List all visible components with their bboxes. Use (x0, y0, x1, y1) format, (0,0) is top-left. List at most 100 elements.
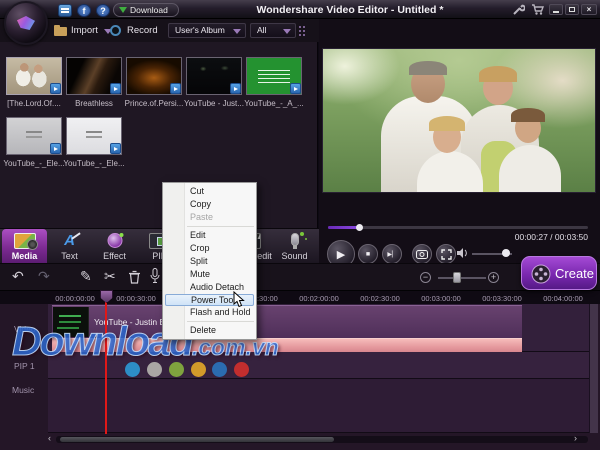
menu-separator (187, 321, 254, 322)
mouse-cursor (233, 291, 245, 308)
ruler-tick: 00:00:00:00 (55, 294, 95, 303)
menu-separator (187, 226, 254, 227)
menu-item-crop[interactable]: Crop (163, 242, 256, 255)
ruler-tick: 00:02:00:00 (299, 294, 339, 303)
video-badge-icon (290, 83, 301, 94)
person-figure (429, 116, 465, 131)
library-thumbnail[interactable] (6, 57, 62, 95)
import-button[interactable]: Import (71, 25, 98, 36)
ruler-tick: 00:03:30:00 (482, 294, 522, 303)
clip-name: Breathless (63, 99, 125, 108)
media-icon (14, 233, 36, 249)
import-folder-icon (54, 27, 67, 36)
download-button[interactable]: Download (113, 3, 179, 17)
preview-video[interactable] (322, 48, 596, 193)
help-icon[interactable]: ? (96, 4, 110, 17)
library-thumbnail[interactable] (126, 57, 182, 95)
preview-panel: 00:00:27 / 00:03:50 ▶ ■ ▶▏ (319, 19, 600, 263)
stop-button[interactable]: ■ (358, 244, 378, 264)
microphone-icon (291, 233, 299, 246)
ruler-tick: 00:00:30:00 (116, 294, 156, 303)
scroll-right-arrow[interactable]: › (574, 433, 577, 443)
clip-name: YouTube_-_A_... (243, 99, 305, 108)
scroll-left-arrow[interactable]: ‹ (48, 433, 51, 443)
chevron-down-icon (283, 29, 291, 38)
ruler-tick: 00:03:00:00 (421, 294, 461, 303)
delete-trash-button[interactable] (128, 270, 141, 284)
redo-button[interactable]: ↷ (38, 268, 50, 285)
undo-button[interactable]: ↶ (12, 268, 24, 285)
record-icon (110, 25, 121, 36)
tab-bar: Media AText Effect PIP Transition Intro/… (0, 228, 319, 263)
horizontal-scrollbar-thumb[interactable] (60, 437, 334, 442)
gem-icon (17, 16, 35, 30)
voiceover-mic-button[interactable] (150, 268, 160, 284)
video-badge-icon (110, 83, 121, 94)
menu-item-delete[interactable]: Delete (163, 324, 256, 337)
tab-effect[interactable]: Effect (92, 229, 137, 264)
tab-text[interactable]: AText (47, 229, 92, 264)
ruler-tick: 00:04:00:00 (543, 294, 583, 303)
menu-item-cut[interactable]: Cut (163, 185, 256, 198)
timeline-ruler[interactable]: 00:00:00:00 00:00:30:00 00:01:00:00 00:0… (0, 290, 600, 304)
video-badge-icon (50, 83, 61, 94)
video-badge-icon (230, 83, 241, 94)
edit-clip-button[interactable]: ✎ (80, 268, 92, 285)
split-button[interactable]: ✂ (104, 268, 116, 285)
fullscreen-button[interactable] (436, 244, 456, 264)
menu-item-edit[interactable]: Edit (163, 229, 256, 242)
snapshot-button[interactable] (412, 244, 432, 264)
volume-icon[interactable] (457, 248, 469, 258)
context-menu: Cut Copy Paste Edit Crop Split Mute Audi… (162, 182, 257, 340)
close-button[interactable]: × (581, 4, 597, 15)
menu-item-mute[interactable]: Mute (163, 268, 256, 281)
person-figure (479, 66, 517, 82)
library-thumbnail[interactable] (66, 57, 122, 95)
video-badge-icon (170, 83, 181, 94)
menu-item-split[interactable]: Split (163, 255, 256, 268)
save-project-icon[interactable] (58, 4, 72, 17)
seek-bar[interactable] (328, 226, 588, 229)
track-label-music: Music (12, 385, 34, 395)
ruler-tick: 00:02:30:00 (360, 294, 400, 303)
video-badge-icon (110, 143, 121, 154)
facebook-icon[interactable]: f (77, 4, 91, 17)
maximize-button[interactable] (565, 4, 579, 15)
tab-sound[interactable]: Sound (272, 229, 317, 264)
record-button[interactable]: Record (127, 25, 158, 36)
album-select[interactable]: User's Album (168, 23, 246, 38)
minimize-button[interactable] (549, 4, 563, 15)
view-sort-icon[interactable] (299, 26, 309, 36)
library-thumbnail[interactable] (186, 57, 242, 95)
menu-item-paste: Paste (163, 211, 256, 224)
settings-wrench-icon[interactable] (512, 3, 525, 16)
tab-media[interactable]: Media (2, 229, 47, 264)
person-figure (499, 145, 561, 193)
clip-name: [The.Lord.Of.... (3, 99, 65, 108)
library-thumbnail[interactable] (6, 117, 62, 155)
effect-icon (107, 233, 122, 248)
vertical-scrollbar[interactable] (589, 304, 598, 433)
clip-name: YouTube_-_Ele... (3, 159, 65, 168)
zoom-out-button[interactable]: − (420, 272, 431, 283)
video-badge-icon (50, 143, 61, 154)
music-track[interactable] (48, 379, 589, 433)
volume-handle[interactable] (502, 249, 510, 257)
clip-name: YouTube_-_Ele... (63, 159, 125, 168)
seek-handle[interactable] (356, 224, 363, 231)
create-button[interactable]: Create (521, 256, 597, 290)
menu-item-copy[interactable]: Copy (163, 198, 256, 211)
next-frame-button[interactable]: ▶▏ (382, 244, 402, 264)
clip-name: Prince.of.Persi... (123, 99, 185, 108)
shop-cart-icon[interactable] (531, 3, 545, 16)
filter-select[interactable]: All (250, 23, 296, 38)
zoom-in-button[interactable]: + (488, 272, 499, 283)
library-thumbnail[interactable] (66, 117, 122, 155)
library-thumbnail[interactable] (246, 57, 302, 95)
timecode: 00:00:27 / 00:03:50 (515, 232, 588, 242)
timeline-zoom-handle[interactable] (453, 272, 461, 283)
download-arrow-icon (119, 7, 127, 17)
app-logo-icon (4, 1, 48, 45)
timeline-zoom-slider[interactable] (438, 277, 486, 279)
film-reel-icon (531, 264, 551, 284)
